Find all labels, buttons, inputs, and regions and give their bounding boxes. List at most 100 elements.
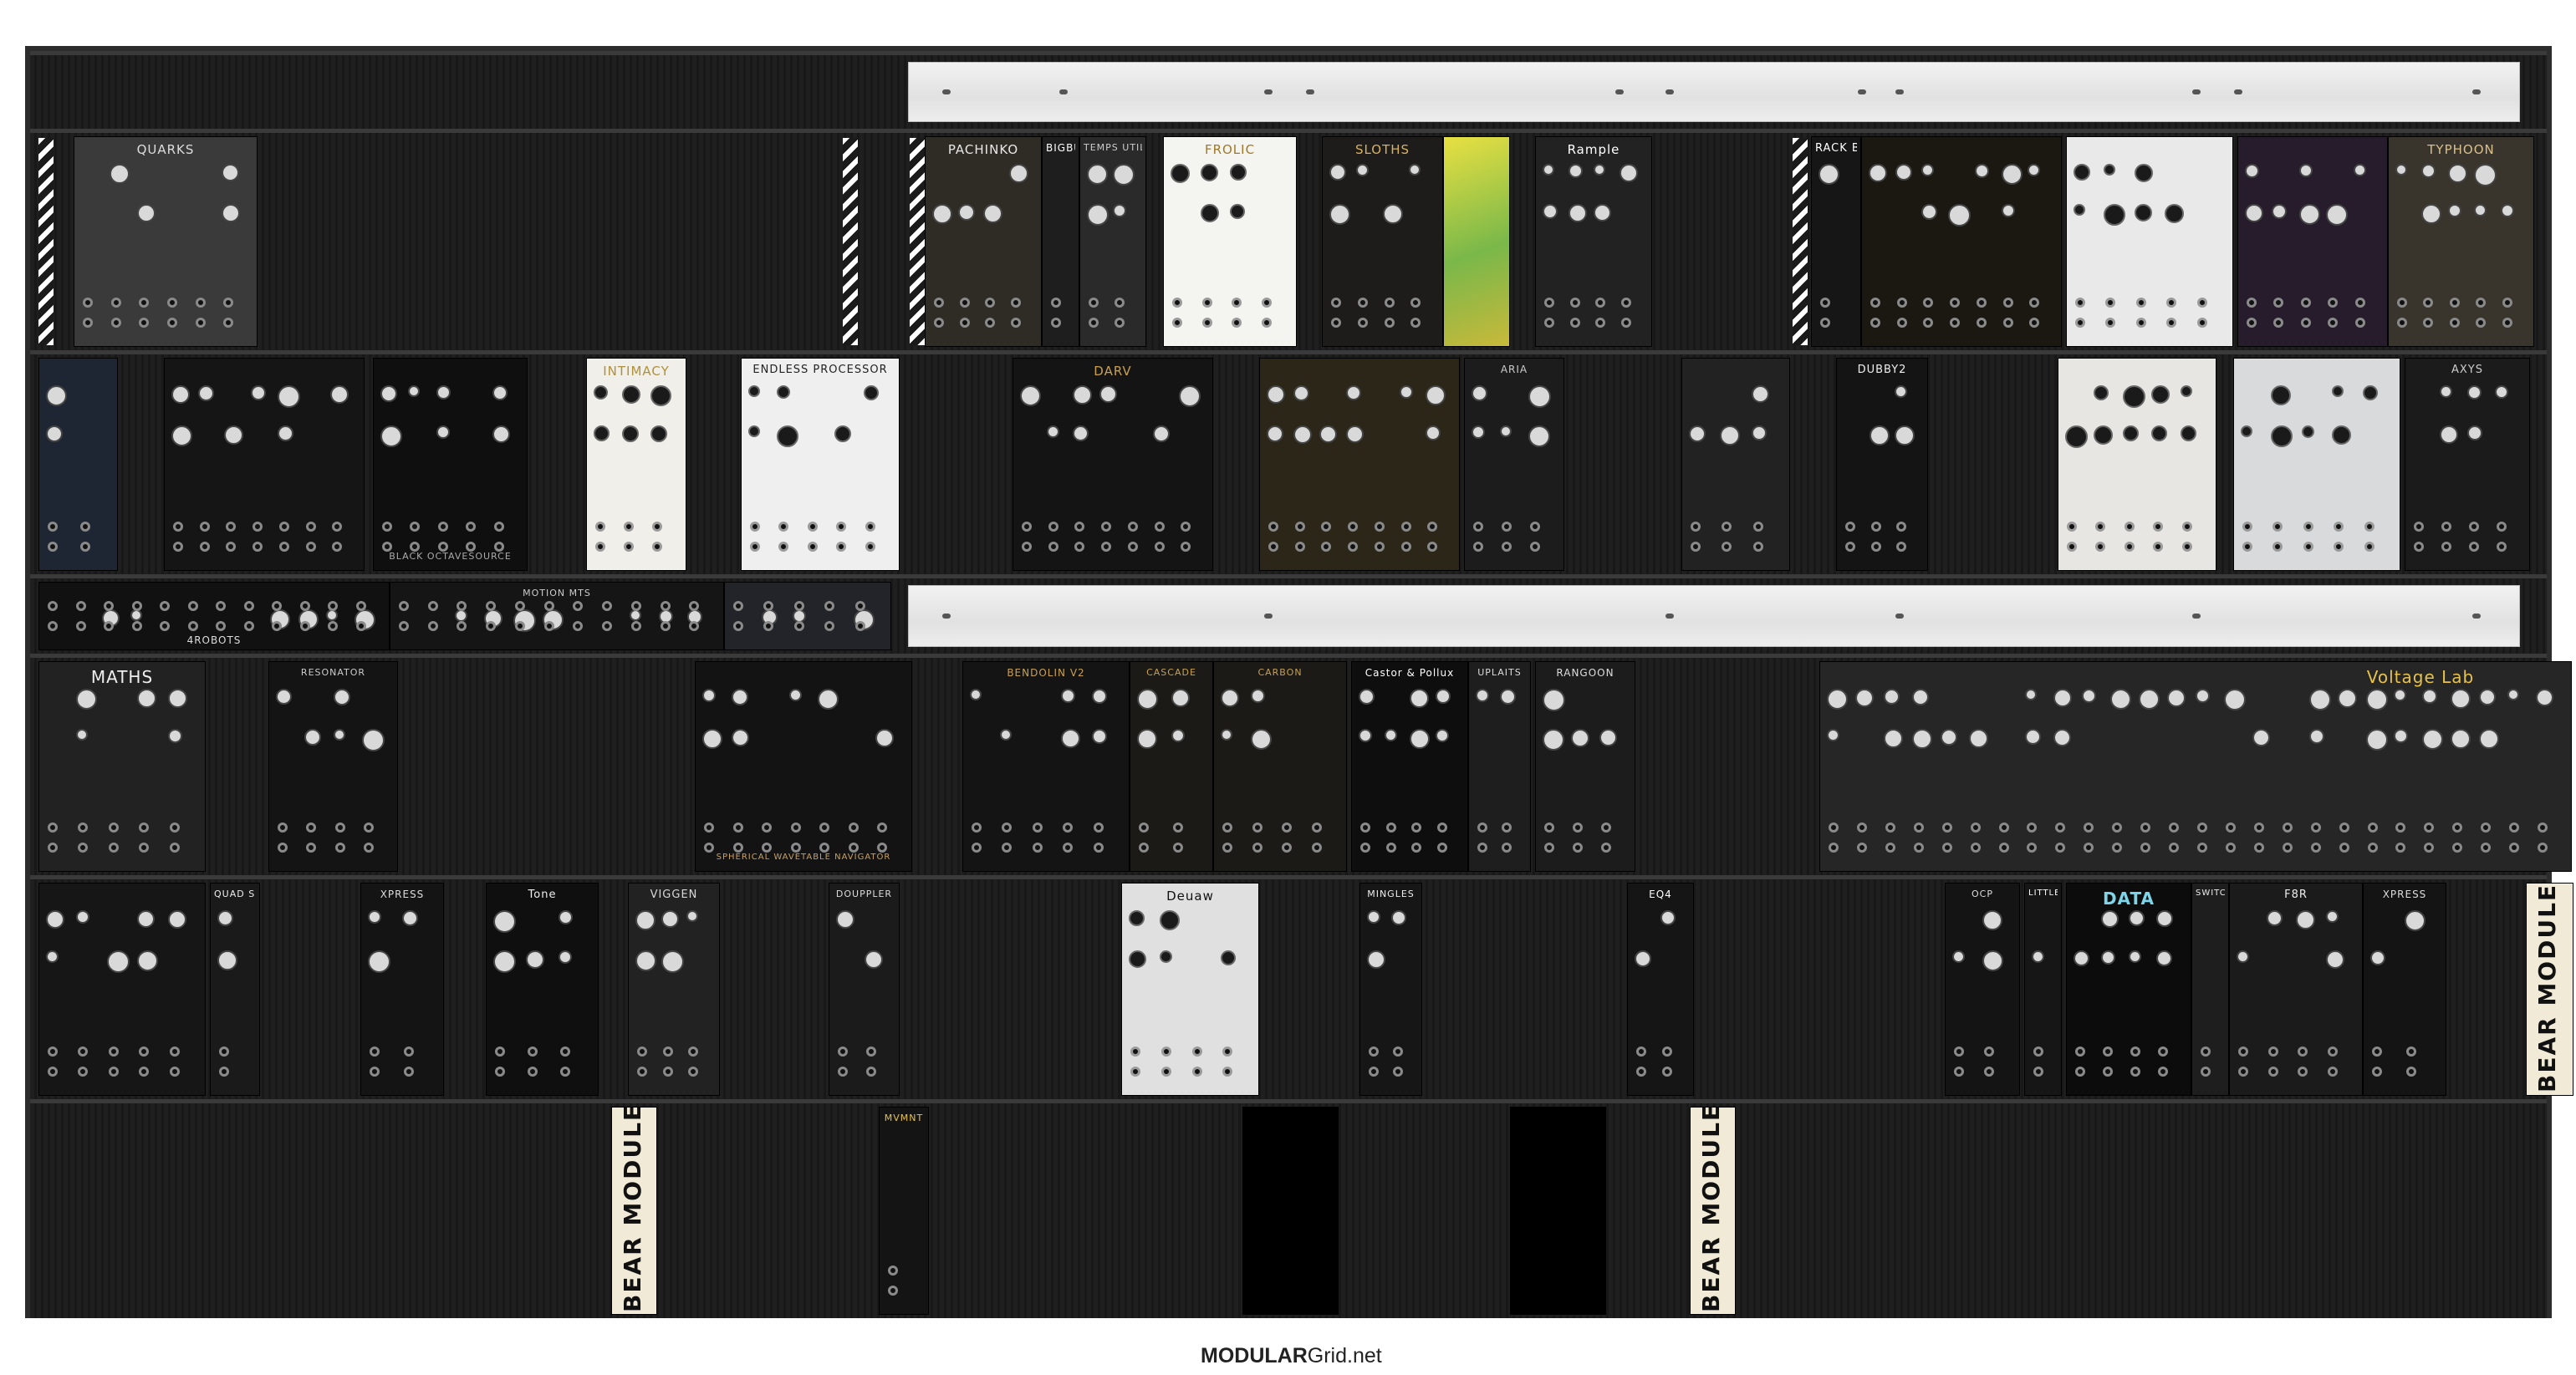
patch-jack[interactable] — [2238, 1047, 2248, 1057]
patch-jack[interactable] — [1268, 542, 1278, 552]
patch-jack[interactable] — [934, 298, 944, 308]
patch-jack[interactable] — [1544, 298, 1554, 308]
patch-jack[interactable] — [2140, 822, 2151, 833]
patch-jack[interactable] — [278, 522, 289, 532]
patch-jack[interactable] — [1369, 1047, 1379, 1057]
knob[interactable] — [2440, 385, 2452, 398]
knob[interactable] — [970, 689, 982, 700]
patch-jack[interactable] — [2253, 822, 2264, 833]
patch-jack[interactable] — [243, 621, 254, 631]
knob[interactable] — [1819, 164, 1839, 185]
knob[interactable] — [1159, 950, 1172, 963]
patch-jack[interactable] — [2476, 318, 2487, 328]
patch-jack[interactable] — [819, 843, 830, 853]
patch-jack[interactable] — [630, 621, 641, 631]
knob[interactable] — [702, 689, 716, 702]
patch-jack[interactable] — [1601, 822, 1611, 833]
knob[interactable] — [1099, 385, 1118, 403]
knob[interactable] — [2479, 689, 2497, 705]
knob[interactable] — [2104, 164, 2116, 176]
patch-jack[interactable] — [1093, 843, 1104, 853]
module-mingles[interactable]: MINGLES — [1359, 883, 1422, 1096]
knob[interactable] — [1113, 164, 1135, 186]
patch-jack[interactable] — [1311, 822, 1322, 833]
patch-jack[interactable] — [1410, 298, 1421, 308]
patch-jack[interactable] — [1360, 822, 1370, 833]
module-axys[interactable]: AXYS — [2405, 358, 2530, 571]
module-gold-panels[interactable] — [1259, 358, 1460, 571]
knob[interactable] — [2308, 689, 2331, 710]
knob[interactable] — [818, 689, 839, 710]
patch-jack[interactable] — [807, 542, 818, 552]
patch-jack[interactable] — [131, 601, 142, 611]
patch-jack[interactable] — [2476, 298, 2487, 308]
patch-jack[interactable] — [1662, 1067, 1672, 1077]
knob[interactable] — [1329, 164, 1346, 181]
patch-jack[interactable] — [216, 621, 226, 631]
patch-jack[interactable] — [486, 621, 497, 631]
knob[interactable] — [493, 950, 516, 973]
knob[interactable] — [137, 689, 157, 708]
knob[interactable] — [492, 385, 508, 400]
knob[interactable] — [1230, 164, 1247, 181]
patch-jack[interactable] — [1130, 1047, 1140, 1057]
patch-jack[interactable] — [762, 843, 773, 853]
patch-jack[interactable] — [1002, 822, 1013, 833]
patch-jack[interactable] — [1501, 843, 1512, 853]
knob[interactable] — [1568, 204, 1587, 222]
patch-jack[interactable] — [2509, 843, 2520, 853]
knob[interactable] — [1982, 910, 2002, 930]
knob[interactable] — [330, 385, 349, 404]
patch-jack[interactable] — [328, 601, 338, 611]
knob[interactable] — [2332, 385, 2344, 397]
knob[interactable] — [983, 204, 1002, 223]
patch-jack[interactable] — [1222, 1047, 1233, 1057]
knob[interactable] — [1895, 164, 1912, 181]
patch-jack[interactable] — [1722, 542, 1732, 552]
patch-jack[interactable] — [195, 298, 206, 308]
patch-jack[interactable] — [2273, 318, 2284, 328]
patch-jack[interactable] — [1172, 298, 1182, 308]
patch-jack[interactable] — [1636, 1067, 1646, 1077]
patch-jack[interactable] — [306, 843, 317, 853]
patch-jack[interactable] — [1941, 843, 1952, 853]
patch-jack[interactable] — [382, 522, 392, 532]
patch-jack[interactable] — [1998, 822, 2009, 833]
patch-jack[interactable] — [108, 1047, 119, 1057]
patch-jack[interactable] — [1201, 298, 1212, 308]
patch-jack[interactable] — [2406, 1047, 2416, 1057]
knob[interactable] — [1367, 910, 1380, 924]
patch-jack[interactable] — [2153, 522, 2164, 532]
module-gold-sequencer[interactable] — [38, 883, 206, 1096]
patch-jack[interactable] — [2414, 522, 2424, 532]
patch-jack[interactable] — [355, 621, 366, 631]
knob[interactable] — [2094, 385, 2109, 400]
patch-jack[interactable] — [493, 542, 504, 552]
knob[interactable] — [1952, 950, 1965, 963]
patch-jack[interactable] — [48, 1067, 58, 1077]
module-darv[interactable]: DARV — [1013, 358, 1213, 571]
patch-jack[interactable] — [2153, 542, 2164, 552]
patch-jack[interactable] — [48, 621, 58, 631]
patch-jack[interactable] — [819, 822, 830, 833]
knob[interactable] — [1359, 689, 1375, 705]
patch-jack[interactable] — [2225, 843, 2236, 853]
module-quarks[interactable]: QUARKS — [74, 136, 258, 347]
patch-jack[interactable] — [2339, 822, 2349, 833]
patch-jack[interactable] — [1101, 522, 1112, 532]
patch-jack[interactable] — [169, 843, 180, 853]
patch-jack[interactable] — [573, 601, 584, 611]
knob[interactable] — [2365, 729, 2388, 751]
knob[interactable] — [2237, 950, 2249, 963]
patch-jack[interactable] — [1400, 542, 1411, 552]
patch-jack[interactable] — [1954, 1047, 1964, 1057]
patch-jack[interactable] — [1923, 318, 1934, 328]
knob[interactable] — [2122, 385, 2145, 408]
knob[interactable] — [106, 950, 130, 973]
patch-jack[interactable] — [2441, 542, 2451, 552]
patch-jack[interactable] — [2481, 843, 2492, 853]
knob[interactable] — [2001, 204, 2015, 217]
patch-jack[interactable] — [2169, 822, 2180, 833]
patch-jack[interactable] — [2225, 822, 2236, 833]
patch-jack[interactable] — [83, 298, 93, 308]
